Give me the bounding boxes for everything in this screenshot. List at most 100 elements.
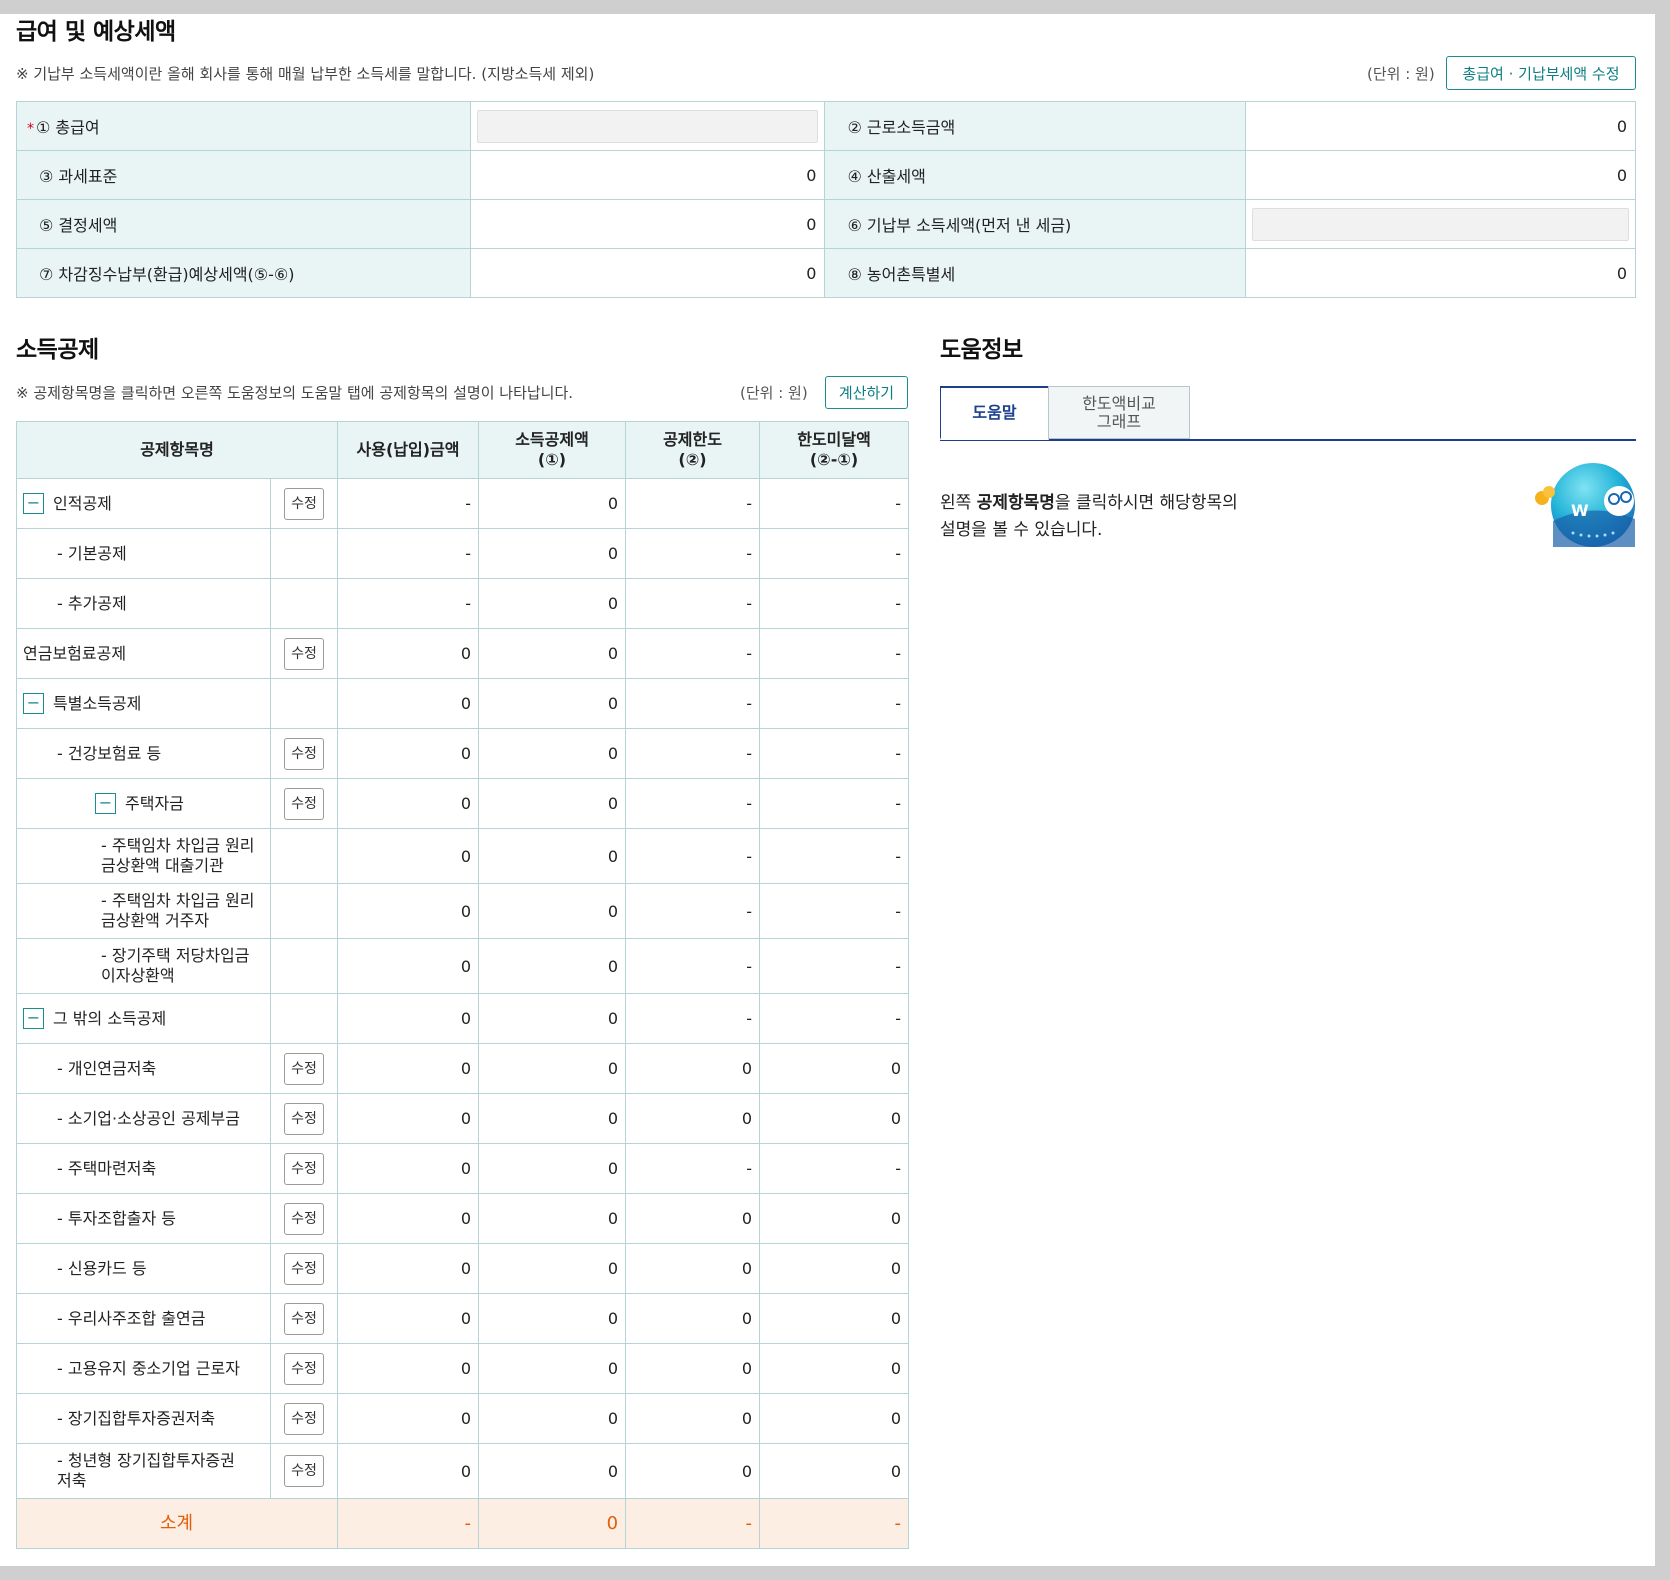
- deduction-item-name[interactable]: - 기본공제: [16, 528, 271, 579]
- deduction-amount: 0: [478, 938, 627, 994]
- help-tabs: 도움말 한도액비교 그래프: [940, 386, 1636, 441]
- deduction-amount: 0: [478, 1093, 627, 1144]
- summary-value: 0: [469, 199, 826, 249]
- limit-amount: 0: [625, 1043, 761, 1094]
- summary-label: ③ 과세표준: [16, 150, 471, 200]
- prepaid-tax-input[interactable]: [1245, 199, 1636, 249]
- limit-amount: -: [625, 993, 761, 1044]
- remaining-amount: 0: [759, 1443, 910, 1499]
- edit-cell: [269, 938, 339, 994]
- edit-button[interactable]: 수정: [284, 487, 324, 520]
- mascot-letter: W: [1571, 501, 1589, 520]
- edit-button[interactable]: 수정: [284, 1152, 324, 1185]
- table-row: - 주택임차 차입금 원리 금상환액 대출기관 0 0- -: [16, 828, 910, 884]
- deduction-item-name[interactable]: - 우리사주조합 출연금: [16, 1293, 271, 1344]
- edit-button[interactable]: 수정: [284, 737, 324, 770]
- col-header-used: 사용(납입)금액: [337, 421, 480, 479]
- edit-cell: [269, 883, 339, 939]
- summary-label: ⑥ 기납부 소득세액(먼저 낸 세금): [824, 199, 1247, 249]
- deduction-item-name[interactable]: - 투자조합출자 등: [16, 1193, 271, 1244]
- collapse-toggle-icon[interactable]: −: [23, 1008, 44, 1029]
- edit-cell: [269, 578, 339, 629]
- deduction-item-name[interactable]: - 장기집합투자증권저축: [16, 1393, 271, 1444]
- deduction-item-name[interactable]: − 주택자금: [16, 778, 271, 829]
- deduction-item-name[interactable]: - 고용유지 중소기업 근로자: [16, 1343, 271, 1394]
- calculate-button[interactable]: 계산하기: [825, 376, 908, 409]
- table-row: - 주택임차 차입금 원리 금상환액 거주자 0 0- -: [16, 883, 910, 939]
- edit-button[interactable]: 수정: [284, 637, 324, 670]
- table-row: - 개인연금저축 수정 0 0 0 0: [16, 1043, 910, 1094]
- used-amount: 0: [337, 938, 480, 994]
- table-row: − 인적공제 수정 -0- -: [16, 478, 910, 529]
- remaining-amount: -: [759, 778, 910, 829]
- used-amount: -: [337, 478, 480, 529]
- subtotal-used: -: [337, 1498, 480, 1549]
- deduction-amount: 0: [478, 1443, 627, 1499]
- limit-amount: -: [625, 883, 761, 939]
- table-row: - 투자조합출자 등 수정 0 0 0 0: [16, 1193, 910, 1244]
- deduction-item-name[interactable]: - 추가공제: [16, 578, 271, 629]
- edit-salary-button[interactable]: 총급여 · 기납부세액 수정: [1446, 56, 1636, 90]
- deduction-amount: 0: [478, 1043, 627, 1094]
- deduction-item-name[interactable]: - 주택임차 차입금 원리 금상환액 대출기관: [16, 828, 271, 884]
- used-amount: 0: [337, 828, 480, 884]
- deduction-amount: 0: [478, 678, 627, 729]
- remaining-amount: -: [759, 1143, 910, 1194]
- tab-help[interactable]: 도움말: [940, 386, 1049, 440]
- edit-button[interactable]: 수정: [284, 1302, 324, 1335]
- limit-amount: -: [625, 728, 761, 779]
- used-amount: 0: [337, 883, 480, 939]
- edit-button[interactable]: 수정: [284, 787, 324, 820]
- edit-button[interactable]: 수정: [284, 1252, 324, 1285]
- deduction-item-name[interactable]: - 청년형 장기집합투자증권 저축: [16, 1443, 271, 1499]
- summary-value: 0: [1245, 101, 1636, 151]
- used-amount: 0: [337, 1343, 480, 1394]
- edit-button[interactable]: 수정: [284, 1202, 324, 1235]
- used-amount: 0: [337, 728, 480, 779]
- edit-button[interactable]: 수정: [284, 1052, 324, 1085]
- edit-button[interactable]: 수정: [284, 1102, 324, 1135]
- edit-cell: 수정: [269, 728, 339, 779]
- edit-cell: 수정: [269, 1043, 339, 1094]
- collapse-toggle-icon[interactable]: −: [95, 793, 116, 814]
- deduction-item-name[interactable]: - 주택마련저축: [16, 1143, 271, 1194]
- deduction-item-name[interactable]: - 건강보험료 등: [16, 728, 271, 779]
- used-amount: 0: [337, 678, 480, 729]
- used-amount: 0: [337, 1193, 480, 1244]
- remaining-amount: -: [759, 938, 910, 994]
- deduction-item-name[interactable]: - 소기업·소상공인 공제부금: [16, 1093, 271, 1144]
- deduction-item-name[interactable]: − 인적공제: [16, 478, 271, 529]
- tab-limit-graph[interactable]: 한도액비교 그래프: [1048, 386, 1190, 439]
- deduction-item-name[interactable]: 연금보험료공제: [16, 628, 271, 679]
- deduction-item-name[interactable]: - 주택임차 차입금 원리 금상환액 거주자: [16, 883, 271, 939]
- limit-amount: -: [625, 828, 761, 884]
- table-row: 연금보험료공제 수정 0 0- -: [16, 628, 910, 679]
- collapse-toggle-icon[interactable]: −: [23, 493, 44, 514]
- deduction-amount: 0: [478, 1343, 627, 1394]
- edit-cell: 수정: [269, 1443, 339, 1499]
- subtotal-label: 소계: [15, 1498, 339, 1549]
- table-row: − 그 밖의 소득공제 0 0- -: [16, 993, 910, 1044]
- deduction-item-name[interactable]: − 특별소득공제: [16, 678, 271, 729]
- edit-cell: 수정: [269, 778, 339, 829]
- edit-button[interactable]: 수정: [284, 1352, 324, 1385]
- remaining-amount: -: [759, 578, 910, 629]
- total-salary-input[interactable]: [469, 101, 826, 151]
- edit-button[interactable]: 수정: [284, 1402, 324, 1435]
- deduction-amount: 0: [478, 993, 627, 1044]
- deduction-amount: 0: [478, 1143, 627, 1194]
- table-row: - 주택마련저축 수정 0 0- -: [16, 1143, 910, 1194]
- deduction-item-name[interactable]: - 장기주택 저당차입금 이자상환액: [16, 938, 271, 994]
- deduction-unit: (단위 : 원): [740, 384, 808, 402]
- deduction-amount: 0: [478, 778, 627, 829]
- limit-amount: -: [625, 778, 761, 829]
- edit-button[interactable]: 수정: [284, 1455, 324, 1487]
- collapse-toggle-icon[interactable]: −: [23, 693, 44, 714]
- edit-cell: 수정: [269, 1343, 339, 1394]
- deduction-item-name[interactable]: - 개인연금저축: [16, 1043, 271, 1094]
- remaining-amount: 0: [759, 1293, 910, 1344]
- used-amount: 0: [337, 1043, 480, 1094]
- deduction-item-name[interactable]: − 그 밖의 소득공제: [16, 993, 271, 1044]
- deduction-item-name[interactable]: - 신용카드 등: [16, 1243, 271, 1294]
- table-row: - 소기업·소상공인 공제부금 수정 0 0 0 0: [16, 1093, 910, 1144]
